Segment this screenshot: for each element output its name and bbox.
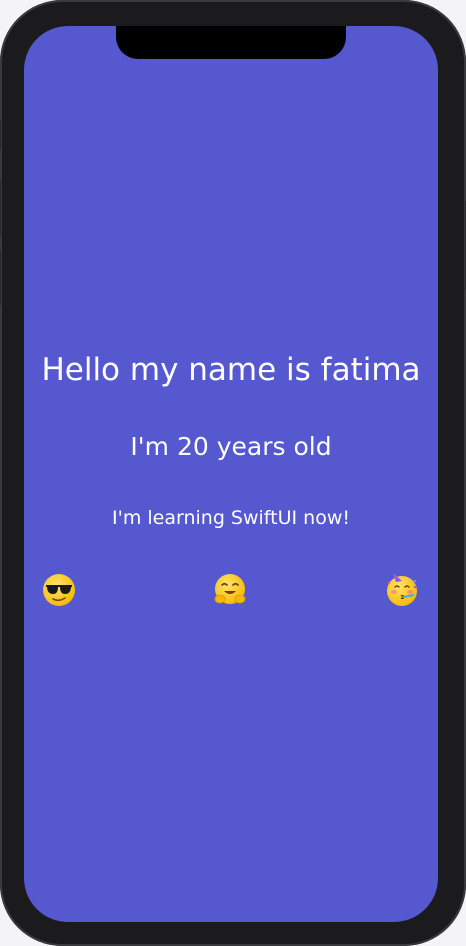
volume-up-button (0, 180, 1, 236)
age-text: I'm 20 years old (130, 432, 332, 461)
partying-face-icon (387, 573, 417, 606)
device-frame: Hello my name is fatima I'm 20 years old… (0, 0, 466, 946)
app-screen: Hello my name is fatima I'm 20 years old… (24, 26, 438, 922)
learning-text: I'm learning SwiftUI now! (112, 507, 350, 529)
silent-switch (0, 120, 1, 150)
greeting-text: Hello my name is fatima (41, 352, 421, 388)
content-stack: Hello my name is fatima I'm 20 years old… (24, 26, 438, 922)
volume-down-button (0, 250, 1, 306)
emoji-row (24, 572, 438, 612)
hugging-face-icon (214, 574, 246, 604)
sunglasses-face-icon (43, 574, 75, 606)
